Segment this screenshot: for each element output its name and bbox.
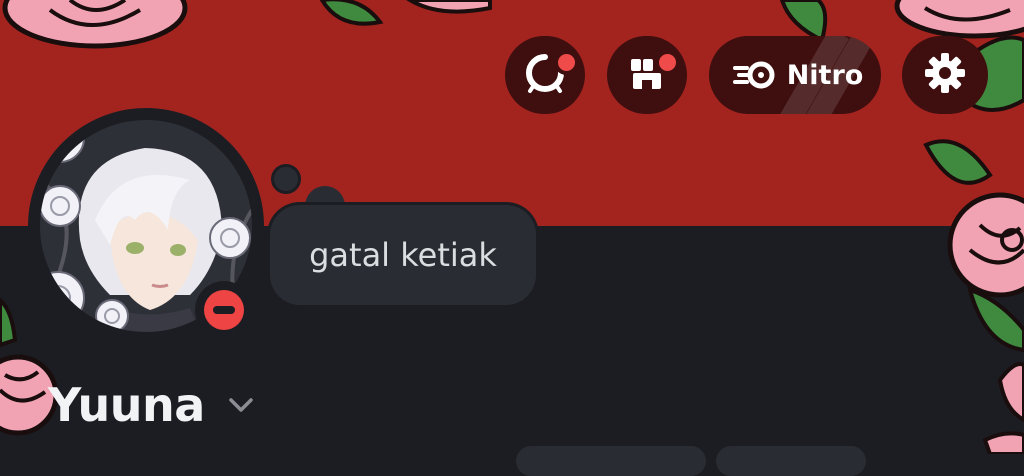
display-name-row[interactable]: Yuuna: [48, 378, 255, 432]
display-name: Yuuna: [48, 378, 205, 432]
quests-notification-dot: [554, 50, 579, 75]
custom-status-text: gatal ketiak: [309, 236, 497, 274]
profile-action-chip[interactable]: [516, 446, 706, 476]
shop-notification-dot: [655, 50, 680, 75]
custom-status-bubble[interactable]: gatal ketiak: [270, 205, 536, 305]
nitro-icon: [732, 59, 777, 91]
gear-icon: [923, 51, 967, 99]
dnd-status-icon: [204, 290, 244, 330]
profile-action-chip[interactable]: [716, 446, 866, 476]
quests-button[interactable]: [505, 36, 585, 114]
nitro-label: Nitro: [786, 59, 864, 91]
settings-button[interactable]: [902, 36, 988, 114]
shop-button[interactable]: [607, 36, 687, 114]
chevron-down-icon[interactable]: [227, 396, 255, 418]
thought-bubble-dot-small: [271, 164, 301, 194]
nitro-button[interactable]: Nitro: [709, 36, 881, 114]
